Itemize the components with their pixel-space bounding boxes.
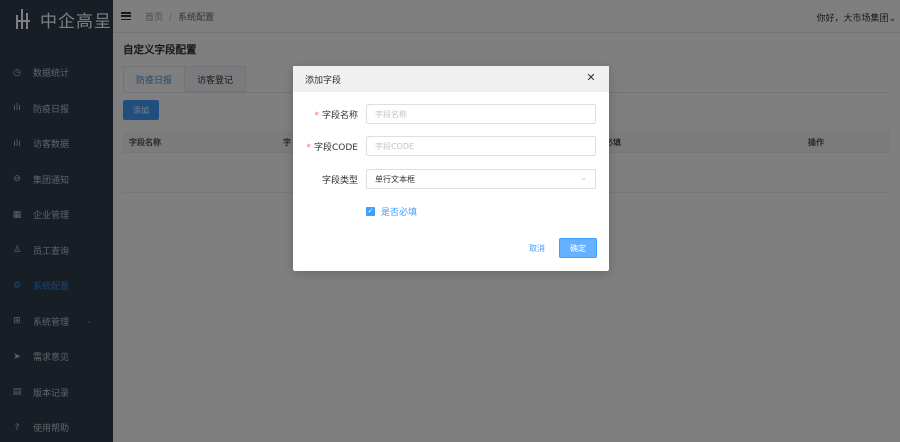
field-code-label: * 字段CODE (306, 143, 359, 153)
close-icon[interactable]: ✕ (585, 72, 597, 84)
dialog-header: 添加字段 ✕ (293, 66, 609, 92)
required-checkbox-row[interactable]: ✓ 是否必填 (366, 205, 417, 218)
dialog-footer: 取消 确定 (523, 238, 597, 258)
cancel-button[interactable]: 取消 (523, 238, 551, 258)
required-asterisk: * (314, 111, 319, 121)
field-code-input[interactable] (366, 136, 596, 156)
dialog-title: 添加字段 (305, 75, 342, 86)
required-checkbox-label: 是否必填 (381, 208, 418, 218)
field-name-row: * 字段名称 (293, 104, 609, 124)
field-type-row: 字段类型 单行文本框 ⌄ (293, 169, 609, 189)
add-field-dialog: 添加字段 ✕ *字段名称 *字段CODE 字段类型 单行文本框 ⌄ ✓ 是否必填… (293, 66, 609, 271)
field-code-row: * 字段CODE (293, 136, 609, 156)
field-name-label: * 字段名称 (314, 111, 358, 121)
chevron-down-icon: ⌄ (580, 173, 587, 182)
required-asterisk: * (306, 143, 312, 153)
field-type-label: 字段类型 (321, 176, 358, 186)
field-type-select[interactable]: 单行文本框 ⌄ (366, 169, 596, 189)
confirm-button[interactable]: 确定 (559, 238, 597, 258)
field-name-input[interactable] (366, 104, 596, 124)
required-checkbox[interactable]: ✓ (366, 207, 375, 216)
field-type-value: 单行文本框 (375, 174, 415, 184)
